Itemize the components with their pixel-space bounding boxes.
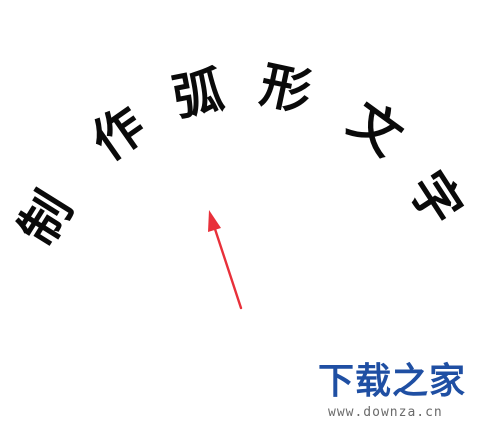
annotation-arrow: [208, 210, 243, 310]
arc-char-4: 形: [255, 55, 316, 122]
watermark-logo: 下载之家 www.downza.cn: [318, 362, 478, 432]
arc-char-5: 文: [338, 91, 413, 167]
arrow-head-icon: [208, 210, 221, 232]
arc-char-3: 弧: [168, 61, 228, 127]
watermark-url: www.downza.cn: [328, 405, 443, 420]
watermark-title: 下载之家: [318, 361, 467, 402]
arc-char-6: 字: [397, 162, 473, 236]
arc-char-1: 制: [8, 182, 84, 255]
arrow-shaft: [212, 224, 243, 310]
arc-char-2: 作: [81, 96, 155, 172]
arc-text: 制 作 弧 形 文 字: [8, 55, 473, 255]
